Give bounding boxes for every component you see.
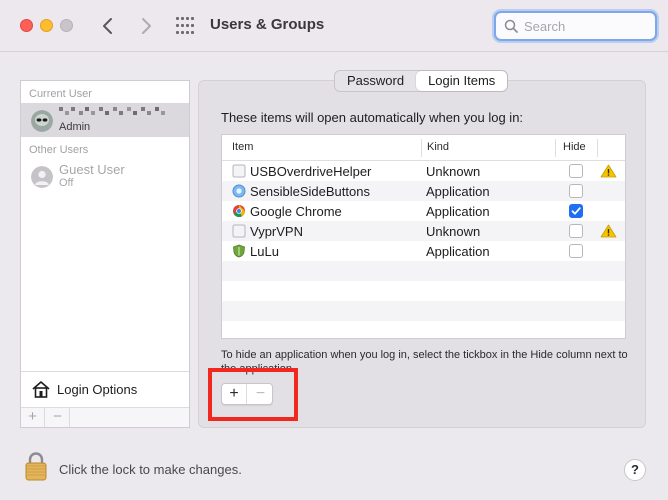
generic-app-icon [232, 164, 246, 178]
item-kind: Application [426, 204, 490, 219]
lulu-shield-icon [233, 244, 245, 258]
forward-button[interactable] [135, 14, 157, 38]
current-user-role: Admin [59, 121, 91, 133]
redacted-name-pixels [59, 107, 165, 115]
login-items-intro: These items will open automatically when… [221, 110, 524, 125]
empty-row [222, 301, 625, 321]
help-button[interactable]: ? [624, 459, 646, 481]
house-icon [32, 381, 50, 398]
item-name: SensibleSideButtons [250, 183, 370, 199]
empty-row [222, 321, 625, 338]
alien-avatar-icon [31, 110, 53, 132]
hide-checkbox[interactable] [569, 204, 583, 218]
remove-user-button[interactable]: − [46, 408, 70, 427]
chrome-icon [233, 205, 245, 218]
guest-user-status: Off [59, 177, 74, 189]
login-items-table: Item Kind Hide USBOverdriveHelper Unknow… [221, 134, 626, 339]
login-options-label: Login Options [57, 382, 138, 397]
add-user-button[interactable]: + [21, 408, 45, 427]
tab-password[interactable]: Password [335, 71, 416, 91]
generic-app-icon [232, 224, 246, 238]
window-title: Users & Groups [210, 16, 325, 33]
search-field[interactable] [494, 11, 657, 41]
column-header-kind[interactable]: Kind [427, 141, 449, 153]
guest-user-name: Guest User [59, 162, 125, 177]
annotation-highlight-box [208, 368, 298, 421]
minimize-window-button[interactable] [40, 19, 53, 32]
other-users-heading: Other Users [29, 144, 89, 156]
search-icon [504, 19, 518, 33]
table-header: Item Kind Hide [222, 135, 625, 161]
table-row[interactable]: USBOverdriveHelper Unknown [222, 161, 625, 181]
back-button[interactable] [97, 14, 119, 38]
column-header-hide[interactable]: Hide [563, 141, 586, 153]
table-row[interactable]: SensibleSideButtons Application [222, 181, 625, 201]
guest-user-row[interactable]: Guest User Off [21, 159, 189, 193]
search-input[interactable] [524, 17, 648, 35]
item-name: VyprVPN [250, 223, 303, 239]
hide-checkbox[interactable] [569, 184, 583, 198]
chevron-left-icon [103, 18, 112, 34]
item-kind: Unknown [426, 224, 481, 239]
warning-icon [600, 164, 617, 178]
close-window-button[interactable] [20, 19, 33, 32]
show-all-preferences-button[interactable] [176, 17, 195, 36]
table-row[interactable]: LuLu Application [222, 241, 625, 261]
title-bar: Users & Groups [0, 0, 668, 52]
warning-icon [600, 224, 617, 238]
guest-avatar-icon [31, 166, 53, 188]
checkmark-icon [571, 207, 581, 215]
users-list: Current User Admin Other Users Guest Use… [20, 80, 190, 428]
item-name: USBOverdriveHelper [250, 163, 372, 179]
current-user-heading: Current User [29, 88, 92, 100]
current-user-row[interactable]: Admin [21, 103, 189, 137]
table-row[interactable]: Google Chrome Application [222, 201, 625, 221]
item-name: LuLu [250, 243, 279, 259]
login-options-button[interactable]: Login Options [21, 371, 189, 407]
item-kind: Application [426, 184, 490, 199]
users-footer-bar: + − [21, 407, 189, 427]
tab-bar: Password Login Items [334, 70, 509, 92]
hide-checkbox[interactable] [569, 164, 583, 178]
hide-checkbox[interactable] [569, 224, 583, 238]
column-header-item[interactable]: Item [232, 141, 253, 153]
lock-message: Click the lock to make changes. [59, 462, 242, 477]
item-name: Google Chrome [250, 203, 342, 219]
lock-icon[interactable] [24, 451, 48, 481]
zoom-window-button[interactable] [60, 19, 73, 32]
table-row[interactable]: VyprVPN Unknown [222, 221, 625, 241]
item-kind: Unknown [426, 164, 481, 179]
item-kind: Application [426, 244, 490, 259]
empty-row [222, 261, 625, 281]
tab-login-items[interactable]: Login Items [416, 71, 508, 91]
sensible-side-buttons-icon [232, 184, 246, 198]
hide-checkbox[interactable] [569, 244, 583, 258]
empty-row [222, 281, 625, 301]
chevron-right-icon [142, 18, 151, 34]
